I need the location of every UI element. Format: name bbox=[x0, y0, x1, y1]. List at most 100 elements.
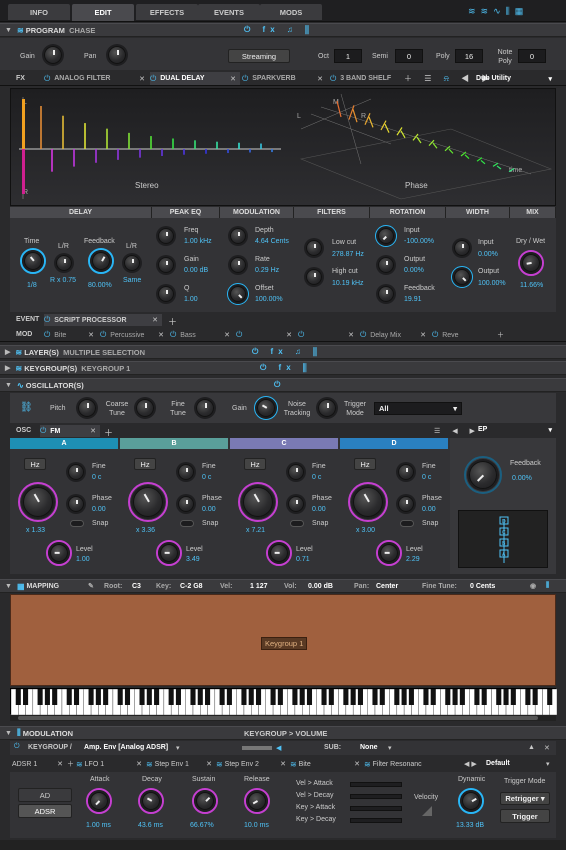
close-icon[interactable]: ✕ bbox=[544, 744, 550, 752]
gain-knob[interactable] bbox=[44, 46, 62, 64]
sub-value[interactable]: None bbox=[360, 744, 378, 751]
op-phase-knob[interactable] bbox=[398, 496, 414, 512]
link-icon[interactable]: ⛓ bbox=[20, 402, 33, 413]
eye-icon[interactable]: ◉ bbox=[530, 582, 536, 590]
mapping-header[interactable]: ▼ ▦ MAPPING ✎ Root: C3 Key: C-2 G8 Vel: … bbox=[0, 579, 566, 593]
collapse-icon[interactable]: ▼ bbox=[5, 382, 12, 389]
pitch-knob[interactable] bbox=[78, 399, 96, 417]
close-icon[interactable]: ✕ bbox=[224, 331, 230, 339]
attack-knob[interactable] bbox=[90, 792, 108, 810]
vol-value[interactable]: 0.00 dB bbox=[308, 583, 333, 590]
oct-field[interactable]: 1 bbox=[334, 49, 362, 63]
tab-edit[interactable]: EDIT bbox=[72, 4, 134, 21]
tab-info[interactable]: INFO bbox=[8, 4, 70, 20]
piano-keyboard[interactable] bbox=[10, 688, 558, 716]
osc-gain-knob[interactable] bbox=[257, 399, 275, 417]
mod-source-slot[interactable]: ≋ Step Env 1 ✕ bbox=[146, 758, 214, 770]
close-icon[interactable]: ✕ bbox=[230, 75, 236, 83]
vel-decay-slider[interactable] bbox=[350, 794, 402, 799]
keygroups-fx-icons[interactable]: ⏻ fx ⫼ bbox=[260, 363, 312, 373]
level-knob[interactable] bbox=[50, 544, 68, 562]
power-icon[interactable]: ⏻ bbox=[170, 330, 176, 340]
op-fine-knob[interactable] bbox=[178, 464, 194, 480]
program-fx-icons[interactable]: ⏻ fx ♫ ⫼ bbox=[244, 25, 314, 35]
hz-button[interactable]: Hz bbox=[354, 458, 376, 470]
sustain-knob[interactable] bbox=[196, 792, 214, 810]
collapse-icon[interactable]: ▼ bbox=[5, 583, 12, 590]
close-icon[interactable]: ✕ bbox=[90, 427, 96, 435]
layers-header[interactable]: ▶ ≋ LAYER(S) MULTIPLE SELECTION ⏻ fx ♫ ⫼ bbox=[0, 345, 566, 359]
event-slot[interactable]: ⏻ SCRIPT PROCESSOR ✕ bbox=[44, 314, 162, 326]
coarse-knob[interactable] bbox=[136, 399, 154, 417]
keyboard-scrollbar[interactable] bbox=[10, 715, 556, 721]
trigger-mode-dropdown[interactable]: All ▾ bbox=[374, 402, 462, 415]
level-knob[interactable] bbox=[270, 544, 288, 562]
oscillators-header[interactable]: ▼ ∿ OSCILLATOR(S) ⏻ bbox=[0, 378, 566, 392]
op-phase-knob[interactable] bbox=[178, 496, 194, 512]
close-icon[interactable]: ✕ bbox=[136, 760, 142, 768]
level-knob[interactable] bbox=[380, 544, 398, 562]
op-fine-knob[interactable] bbox=[288, 464, 304, 480]
key-value[interactable]: C-2 G8 bbox=[180, 583, 203, 590]
velocity-curve-icon[interactable] bbox=[422, 806, 432, 816]
power-icon[interactable]: ⏻ bbox=[298, 330, 304, 340]
close-icon[interactable]: ✕ bbox=[354, 760, 360, 768]
keyboard-keys[interactable] bbox=[10, 688, 558, 716]
key-decay-slider[interactable] bbox=[350, 818, 402, 823]
mod-env-label[interactable]: Amp. Env [Analog ADSR] bbox=[84, 744, 168, 751]
mod-slot-prev-icon[interactable]: ◀ ▶ bbox=[464, 760, 477, 768]
mod-preset-dropdown[interactable]: Default bbox=[486, 760, 510, 767]
rate-knob[interactable] bbox=[230, 257, 246, 273]
fm-feedback-knob[interactable] bbox=[469, 461, 497, 489]
snap-toggle[interactable] bbox=[400, 520, 414, 527]
mod-slot[interactable]: ⏻ Bite ✕ bbox=[44, 329, 98, 341]
mod-source-slot[interactable]: ≋ LFO 1 ✕ bbox=[76, 758, 144, 770]
offset-knob[interactable] bbox=[230, 286, 246, 302]
adsr-button[interactable]: ADSR bbox=[18, 804, 72, 818]
power-icon[interactable]: ⏻ bbox=[44, 315, 50, 325]
fx-slot-4[interactable]: ⏻ 3 BAND SHELF bbox=[330, 72, 410, 85]
power-icon[interactable]: ⏻ bbox=[14, 743, 20, 751]
op-fine-knob[interactable] bbox=[68, 464, 84, 480]
op-phase-knob[interactable] bbox=[68, 496, 84, 512]
mod-slot[interactable]: ⏻ ✕ bbox=[236, 329, 296, 341]
tab-events[interactable]: EVENTS bbox=[198, 4, 260, 20]
fx-slot-2[interactable]: ⏻ DUAL DELAY ✕ bbox=[150, 72, 240, 85]
power-icon[interactable]: ⏻ bbox=[360, 330, 366, 340]
drywet-knob[interactable] bbox=[522, 254, 540, 272]
close-icon[interactable]: ✕ bbox=[317, 75, 323, 83]
fine-tune-value[interactable]: 0 Cents bbox=[470, 583, 495, 590]
power-icon[interactable]: ⏻ bbox=[40, 426, 46, 436]
mod-source-slot[interactable]: ADSR 1 ✕ ＋ bbox=[10, 758, 74, 770]
snap-toggle[interactable] bbox=[70, 520, 84, 527]
lowcut-knob[interactable] bbox=[306, 240, 322, 256]
view-icons[interactable]: ≋≋∿⫼▦ bbox=[468, 6, 528, 17]
poly-field[interactable]: 16 bbox=[455, 49, 483, 63]
hz-button[interactable]: Hz bbox=[244, 458, 266, 470]
root-value[interactable]: C3 bbox=[132, 583, 141, 590]
lr2-knob[interactable] bbox=[124, 255, 140, 271]
key-attack-slider[interactable] bbox=[350, 806, 402, 811]
mod-source-slot[interactable]: ≋ Bite ✕ bbox=[290, 758, 362, 770]
power-icon[interactable]: ⏻ bbox=[44, 330, 50, 340]
snap-toggle[interactable] bbox=[180, 520, 194, 527]
decay-knob[interactable] bbox=[142, 792, 160, 810]
dropdown-icon[interactable]: ▾ bbox=[388, 744, 392, 752]
keygroup-block-label[interactable]: Keygroup 1 bbox=[261, 637, 308, 650]
rot-feedback-knob[interactable] bbox=[378, 286, 394, 302]
snap-toggle[interactable] bbox=[290, 520, 304, 527]
expand-icon[interactable]: ▶ bbox=[5, 348, 10, 356]
mod-slot[interactable]: ⏻ Reve ＋ bbox=[432, 329, 504, 341]
power-icon[interactable]: ⏻ bbox=[236, 330, 242, 340]
hz-button[interactable]: Hz bbox=[24, 458, 46, 470]
ratio-knob[interactable] bbox=[23, 487, 53, 517]
rot-input-knob[interactable] bbox=[378, 228, 394, 244]
vel-value[interactable]: 1 127 bbox=[250, 583, 268, 590]
trigger-button[interactable]: Trigger bbox=[500, 809, 550, 823]
layers-fx-icons[interactable]: ⏻ fx ♫ ⫼ bbox=[252, 347, 322, 357]
tab-effects[interactable]: EFFECTS bbox=[136, 4, 198, 20]
noise-tracking-knob[interactable] bbox=[318, 399, 336, 417]
eq-gain-knob[interactable] bbox=[158, 257, 174, 273]
collapse-icon[interactable]: ▼ bbox=[5, 27, 12, 34]
release-knob[interactable] bbox=[248, 792, 266, 810]
